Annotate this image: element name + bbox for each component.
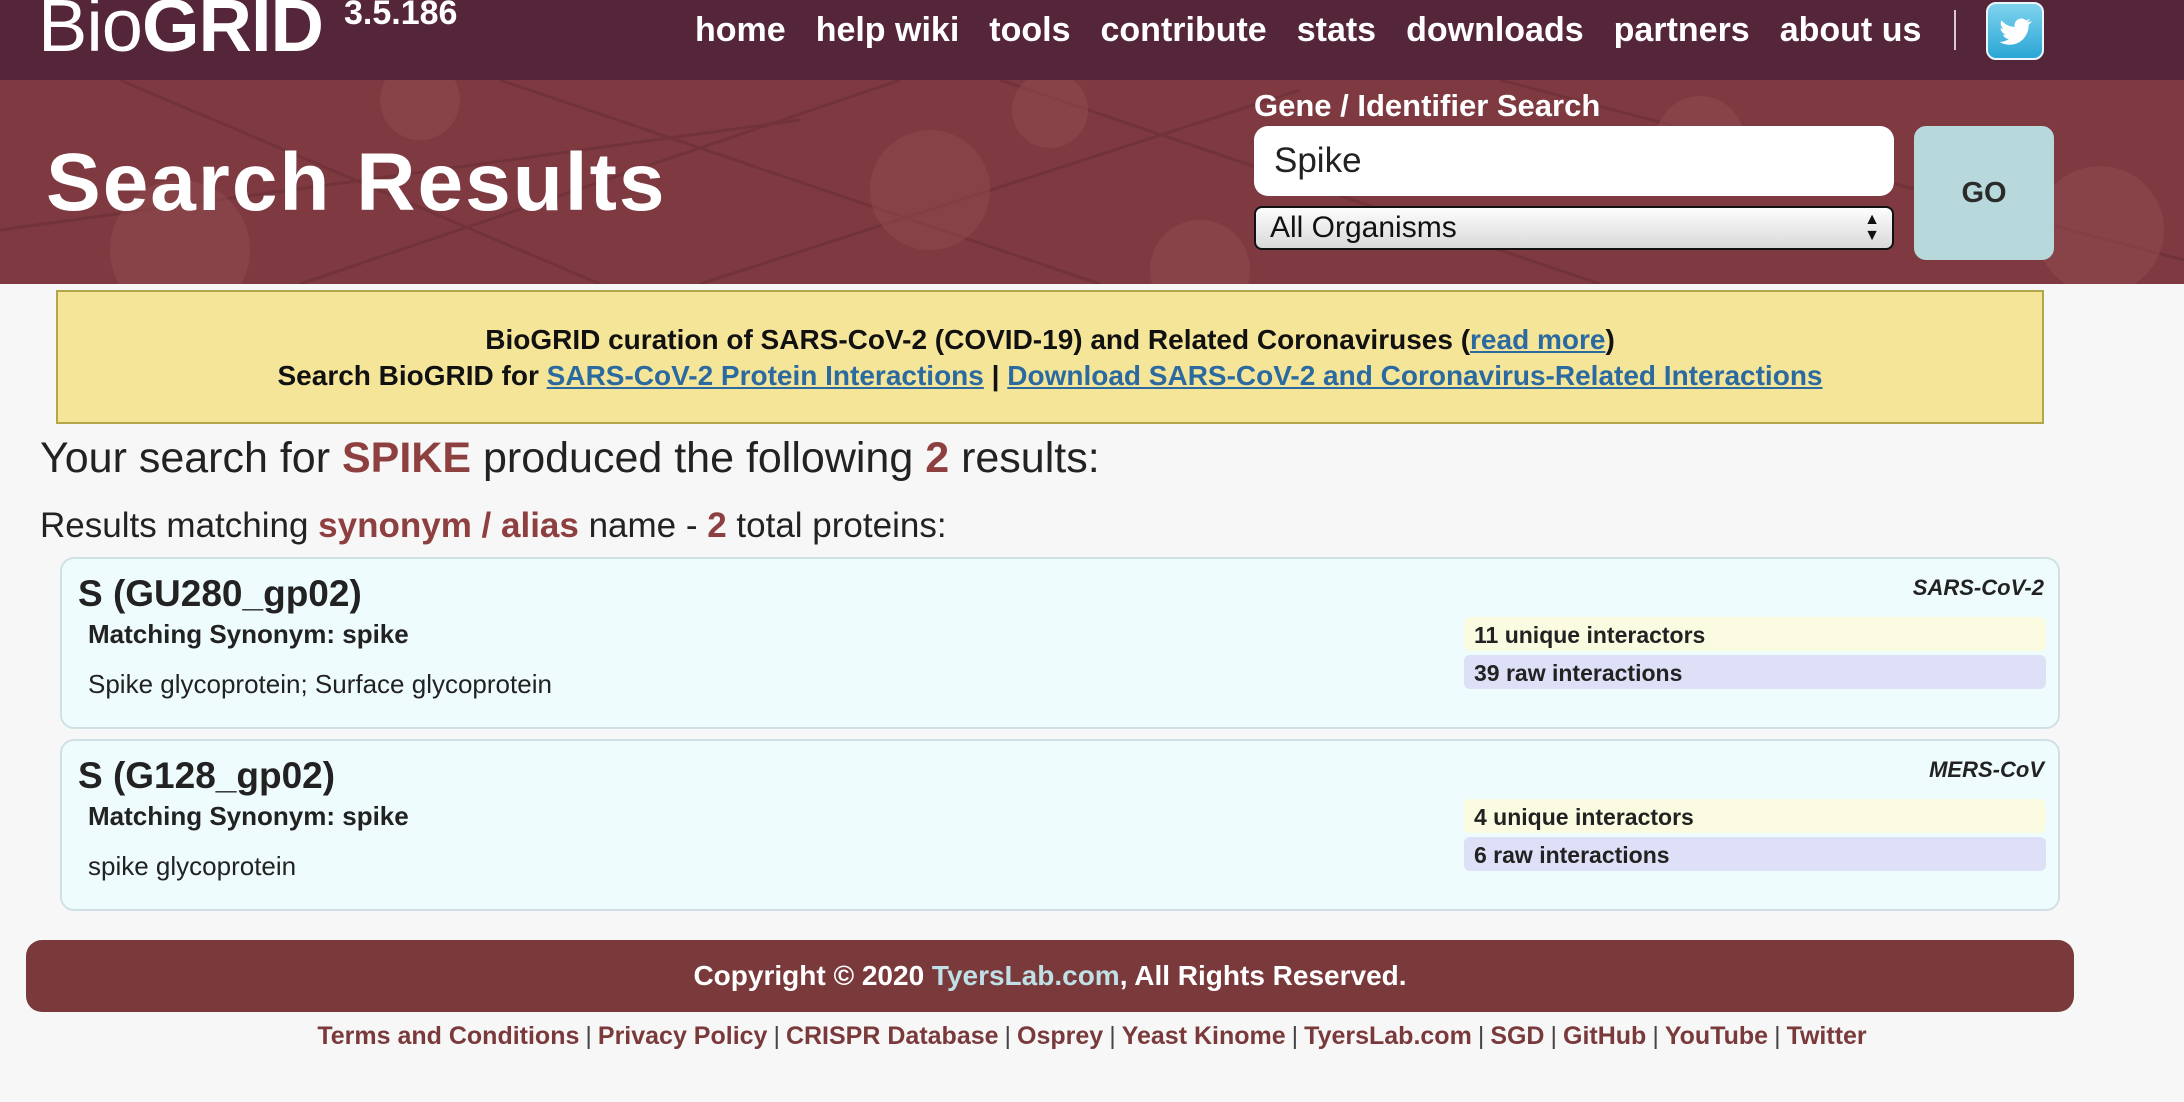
matching-synonym: Matching Synonym: spike xyxy=(88,801,409,831)
footer-links: Terms and Conditions | Privacy Policy | CRIS… xyxy=(0,1022,2184,1051)
summary-text: produced the following xyxy=(471,434,926,482)
twitter-icon[interactable] xyxy=(1986,2,2044,60)
protein-interactions-link[interactable]: SARS-CoV-2 Protein Interactions xyxy=(547,360,984,391)
notice-text: ) xyxy=(1605,324,1615,355)
footer-link-osprey[interactable]: Osprey xyxy=(1017,1022,1103,1050)
search-label: Gene / Identifier Search xyxy=(1254,88,1601,123)
nav-link-partners[interactable]: partners xyxy=(1614,10,1750,50)
protein-description: Spike glycoprotein; Surface glycoprotein xyxy=(88,669,552,699)
matching-synonym: Matching Synonym: spike xyxy=(88,619,409,649)
protein-description: spike glycoprotein xyxy=(88,851,297,881)
footer-separator: | xyxy=(1291,1022,1299,1050)
page-title: Search Results xyxy=(46,137,667,228)
notice-line-2: Search BioGRID for SARS-CoV-2 Protein In… xyxy=(58,360,2042,392)
footer-separator: | xyxy=(1004,1022,1012,1050)
gene-name[interactable]: S (GU280_gp02) xyxy=(78,573,362,615)
result-card[interactable]: S (GU280_gp02) Matching Synonym: spike S… xyxy=(60,557,2060,729)
protein-count: 2 xyxy=(707,506,727,545)
nav-link-home[interactable]: home xyxy=(695,10,786,50)
footer-separator: | xyxy=(585,1022,592,1050)
unique-interactors-badge[interactable]: 4 unique interactors xyxy=(1464,799,2046,833)
search-input[interactable] xyxy=(1254,126,1894,196)
unique-interactors-badge[interactable]: 11 unique interactors xyxy=(1464,617,2046,651)
footer-link-tyerslab[interactable]: TyersLab.com xyxy=(1304,1022,1472,1050)
organism-select[interactable]: All Organisms ▲ ▼ xyxy=(1254,206,1894,250)
notice-separator: | xyxy=(983,360,1008,391)
go-button[interactable]: GO xyxy=(1914,126,2054,260)
organism-label: SARS-CoV-2 xyxy=(1912,575,2044,600)
organism-select-value: All Organisms xyxy=(1270,211,1457,244)
footer-separator: | xyxy=(1550,1022,1558,1050)
copyright-text: , All Rights Reserved. xyxy=(1119,960,1407,991)
nav-link-contribute[interactable]: contribute xyxy=(1101,10,1267,50)
subsummary-text: name - xyxy=(578,506,708,545)
footer-separator: | xyxy=(1774,1022,1781,1050)
match-type: synonym / alias xyxy=(318,506,579,545)
download-interactions-link[interactable]: Download SARS-CoV-2 and Coronavirus-Rela… xyxy=(1007,360,1822,391)
footer-separator: | xyxy=(1477,1022,1485,1050)
gene-name[interactable]: S (G128_gp02) xyxy=(78,755,335,797)
notice-text: BioGRID curation of SARS-CoV-2 (COVID-19… xyxy=(485,324,1471,355)
footer-separator: | xyxy=(1652,1022,1659,1050)
raw-interactions-badge[interactable]: 6 raw interactions xyxy=(1464,837,2046,871)
results-matching-summary: Results matching synonym / alias name - … xyxy=(40,506,947,546)
logo-text-light: Bio xyxy=(38,0,143,67)
select-arrows-icon: ▲ ▼ xyxy=(1864,211,1880,244)
tyerslab-link[interactable]: TyersLab.com xyxy=(932,960,1120,991)
result-count: 2 xyxy=(925,434,950,482)
subsummary-text: Results matching xyxy=(40,506,319,545)
nav-link-tools[interactable]: tools xyxy=(989,10,1070,50)
nav-divider xyxy=(1954,10,1956,50)
footer-link-yeast-kinome[interactable]: Yeast Kinome xyxy=(1122,1022,1286,1050)
search-summary: Your search for SPIKE produced the follo… xyxy=(40,434,1100,483)
nav-link-about-us[interactable]: about us xyxy=(1780,10,1922,50)
twitter-bird-icon xyxy=(1999,18,2032,45)
subsummary-text: total proteins: xyxy=(726,506,947,545)
result-card[interactable]: S (G128_gp02) Matching Synonym: spike sp… xyxy=(60,739,2060,911)
header-banner: Search Results Gene / Identifier Search … xyxy=(0,80,2184,284)
copyright-text: Copyright © 2020 xyxy=(693,960,932,991)
covid-notice: BioGRID curation of SARS-CoV-2 (COVID-19… xyxy=(56,290,2044,424)
summary-text: results: xyxy=(949,434,1100,482)
notice-line-1: BioGRID curation of SARS-CoV-2 (COVID-19… xyxy=(58,324,2042,356)
read-more-link[interactable]: read more xyxy=(1470,324,1605,355)
nav-link-stats[interactable]: stats xyxy=(1297,10,1376,50)
biogrid-logo[interactable]: BioGRID xyxy=(38,0,324,67)
search-term: SPIKE xyxy=(341,434,472,482)
footer-separator: | xyxy=(1109,1022,1116,1050)
footer-link-twitter[interactable]: Twitter xyxy=(1787,1022,1867,1050)
summary-text: Your search for xyxy=(40,434,342,482)
organism-label: MERS-CoV xyxy=(1929,757,2044,782)
logo-text-bold: GRID xyxy=(141,0,324,67)
raw-interactions-badge[interactable]: 39 raw interactions xyxy=(1464,655,2046,689)
footer-link-sgd[interactable]: SGD xyxy=(1490,1022,1544,1050)
footer-link-privacy[interactable]: Privacy Policy xyxy=(598,1022,768,1050)
nav-link-help-wiki[interactable]: help wiki xyxy=(816,10,960,50)
nav-link-downloads[interactable]: downloads xyxy=(1406,10,1584,50)
footer-link-github[interactable]: GitHub xyxy=(1563,1022,1646,1050)
footer-link-crispr[interactable]: CRISPR Database xyxy=(786,1022,999,1050)
top-navigation: BioGRID 3.5.186 home help wiki tools con… xyxy=(0,0,2184,80)
footer-link-youtube[interactable]: YouTube xyxy=(1665,1022,1768,1050)
footer-separator: | xyxy=(773,1022,780,1050)
footer-link-terms[interactable]: Terms and Conditions xyxy=(317,1022,579,1050)
copyright-bar: Copyright © 2020 TyersLab.com, All Right… xyxy=(26,940,2074,1012)
version-label: 3.5.186 xyxy=(344,0,458,32)
notice-text: Search BioGRID for xyxy=(277,360,547,391)
nav-links: home help wiki tools contribute stats do… xyxy=(695,10,1921,50)
